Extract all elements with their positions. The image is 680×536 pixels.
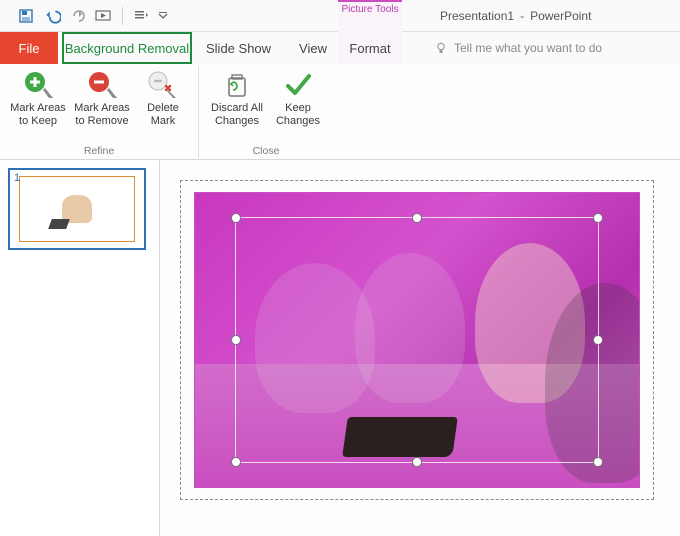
delete-mark-icon [146, 70, 180, 100]
group-label-close: Close [253, 145, 280, 159]
thumbnail-figure [62, 195, 92, 223]
minus-circle-icon [85, 70, 119, 100]
resize-handle-middle-right[interactable] [593, 335, 603, 345]
qat-separator [122, 7, 123, 25]
mark-remove-label-1: Mark Areas [74, 102, 130, 114]
resize-handle-top-middle[interactable] [412, 213, 422, 223]
tab-file[interactable]: File [0, 32, 58, 64]
tab-background-removal-label: Background Removal [65, 41, 189, 56]
redo-button[interactable] [66, 4, 90, 28]
slide-canvas-area[interactable] [160, 160, 680, 536]
slide-thumbnail-panel: 1 [0, 160, 160, 536]
contextual-tab-picture-tools: Picture Tools [338, 0, 402, 32]
mark-areas-to-remove-button[interactable]: Mark Areasto Remove [70, 68, 134, 128]
checkmark-icon [281, 70, 315, 100]
resize-handle-bottom-right[interactable] [593, 457, 603, 467]
ribbon-group-close: Discard AllChanges KeepChanges Close [199, 64, 333, 159]
slide-thumbnail-1[interactable]: 1 [8, 168, 146, 250]
mark-keep-label-2: to Keep [19, 115, 57, 127]
mark-keep-label-1: Mark Areas [10, 102, 66, 114]
lightbulb-icon [434, 41, 448, 55]
picture-background-removal[interactable] [194, 192, 640, 488]
ribbon-tabs: File Background Removal Slide Show View … [0, 32, 680, 64]
resize-handle-top-right[interactable] [593, 213, 603, 223]
delete-mark-button[interactable]: DeleteMark [134, 68, 192, 128]
keep-changes-button[interactable]: KeepChanges [269, 68, 327, 128]
group-label-refine: Refine [84, 145, 114, 159]
keep-label-2: Changes [276, 115, 320, 127]
tell-me-search[interactable]: Tell me what you want to do [434, 32, 602, 64]
discard-icon [220, 70, 254, 100]
undo-button[interactable] [40, 4, 64, 28]
slide [180, 180, 654, 500]
title-separator: - [520, 9, 524, 23]
ribbon: Mark Areasto Keep Mark Areasto Remove De… [0, 64, 680, 160]
delete-mark-label-2: Mark [151, 115, 175, 127]
tab-slide-show-label: Slide Show [206, 41, 271, 56]
contextual-tab-label: Picture Tools [341, 4, 398, 16]
tell-me-placeholder: Tell me what you want to do [454, 41, 602, 55]
plus-circle-icon [21, 70, 55, 100]
resize-handle-top-left[interactable] [231, 213, 241, 223]
app-name: PowerPoint [530, 9, 591, 23]
document-name: Presentation1 [440, 9, 514, 23]
resize-handle-middle-left[interactable] [231, 335, 241, 345]
tab-format[interactable]: Format [338, 32, 402, 64]
discard-label-2: Changes [215, 115, 259, 127]
mark-remove-label-2: to Remove [75, 115, 128, 127]
ribbon-group-refine: Mark Areasto Keep Mark Areasto Remove De… [0, 64, 198, 159]
tab-slide-show[interactable]: Slide Show [192, 32, 285, 64]
discard-all-changes-button[interactable]: Discard AllChanges [205, 68, 269, 128]
qat-customize-button[interactable] [155, 4, 171, 28]
delete-mark-label-1: Delete [147, 102, 179, 114]
resize-handle-bottom-left[interactable] [231, 457, 241, 467]
discard-label-1: Discard All [211, 102, 263, 114]
tab-background-removal[interactable]: Background Removal [62, 32, 192, 64]
title-bar: Picture Tools Presentation1 - PowerPoint [0, 0, 680, 32]
resize-handle-bottom-middle[interactable] [412, 457, 422, 467]
start-from-beginning-button[interactable] [92, 4, 116, 28]
tab-view[interactable]: View [285, 32, 341, 64]
tab-file-label: File [19, 41, 40, 56]
tab-view-label: View [299, 41, 327, 56]
marquee-selection[interactable] [235, 217, 599, 463]
tab-format-label: Format [349, 41, 390, 56]
window-title: Presentation1 - PowerPoint [440, 0, 591, 32]
qat-more-button[interactable] [129, 4, 153, 28]
slide-number: 1 [14, 172, 20, 184]
slide-thumbnail-content [19, 176, 135, 242]
keep-label-1: Keep [285, 102, 311, 114]
mark-areas-to-keep-button[interactable]: Mark Areasto Keep [6, 68, 70, 128]
save-button[interactable] [14, 4, 38, 28]
quick-access-toolbar [0, 4, 171, 28]
workspace: 1 [0, 160, 680, 536]
